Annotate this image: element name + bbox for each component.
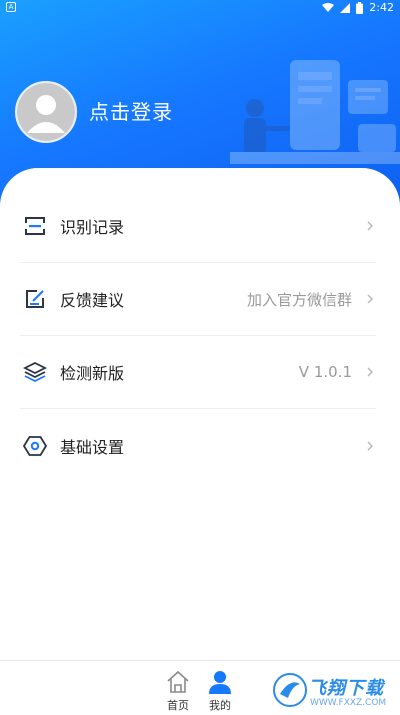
tab-home-label: 首页 (167, 699, 189, 712)
chevron-right-icon (367, 294, 373, 304)
menu-item-records[interactable]: 识别记录 (20, 190, 376, 263)
avatar[interactable] (15, 81, 77, 143)
tab-home[interactable]: 首页 (158, 669, 198, 713)
login-link[interactable]: 点击登录 (89, 96, 173, 125)
tab-mine-label: 我的 (209, 699, 231, 712)
chevron-right-icon (367, 221, 373, 231)
menu-item-value: V 1.0.1 (298, 363, 352, 381)
feedback-edit-icon (22, 286, 48, 312)
layers-icon (22, 359, 48, 385)
watermark-logo-icon (273, 673, 307, 707)
status-time: 2:42 (369, 1, 394, 14)
scan-record-icon (22, 213, 48, 239)
menu-item-settings[interactable]: 基础设置 (20, 409, 376, 482)
tab-mine[interactable]: 我的 (200, 669, 240, 713)
menu-item-label: 检测新版 (60, 364, 125, 383)
battery-icon (356, 1, 364, 14)
chevron-right-icon (367, 441, 373, 450)
home-icon (167, 670, 189, 693)
watermark: 飞翔下载 WWW.FXXZ.COM (272, 668, 392, 712)
signal-icon (340, 2, 351, 13)
wifi-icon (322, 2, 335, 12)
notification-icon: A (6, 2, 16, 12)
user-icon (209, 671, 231, 694)
menu-item-label: 识别记录 (60, 218, 125, 237)
menu-card: 识别记录 反馈建议 加入官方微信群 检测新版 V 1.0.1 基础设置 (0, 168, 400, 661)
menu-item-label: 基础设置 (60, 437, 125, 457)
status-bar: A 2:42 (0, 0, 400, 16)
user-avatar-icon (17, 83, 75, 141)
menu-item-feedback[interactable]: 反馈建议 加入官方微信群 (20, 263, 376, 336)
menu-item-check-update[interactable]: 检测新版 V 1.0.1 (20, 336, 376, 409)
settings-hexagon-icon (22, 433, 48, 459)
menu-list: 识别记录 反馈建议 加入官方微信群 检测新版 V 1.0.1 基础设置 (20, 190, 376, 482)
menu-item-label: 反馈建议 (60, 291, 125, 310)
chevron-right-icon (367, 367, 373, 377)
watermark-url: WWW.FXXZ.COM (310, 698, 387, 708)
watermark-text: 飞翔下载 (308, 678, 384, 699)
menu-item-value: 加入官方微信群 (246, 290, 352, 309)
